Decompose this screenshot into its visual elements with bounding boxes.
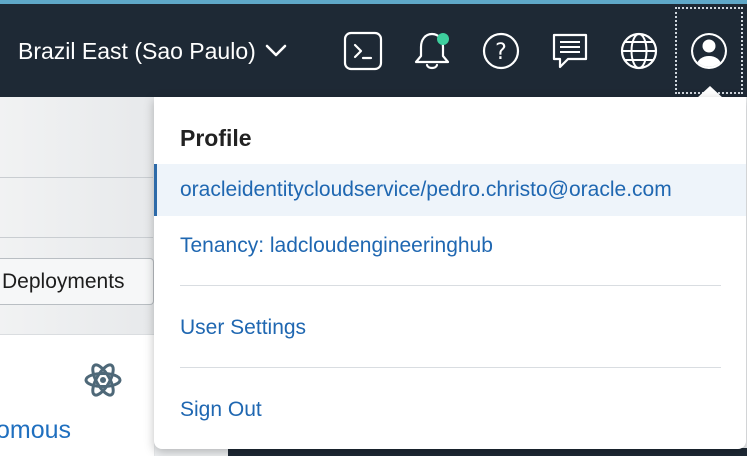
language-button[interactable] — [618, 30, 660, 72]
cloud-shell-button[interactable] — [342, 30, 384, 72]
bell-icon — [414, 32, 450, 70]
chevron-down-icon — [265, 44, 287, 57]
terminal-icon — [343, 31, 383, 71]
help-button[interactable]: ? — [480, 30, 522, 72]
svg-text:?: ? — [495, 40, 507, 65]
user-settings-link[interactable]: User Settings — [180, 316, 306, 340]
region-label: Brazil East (Sao Paulo) — [18, 37, 256, 64]
notifications-button[interactable] — [411, 30, 453, 72]
feedback-button[interactable] — [549, 30, 591, 72]
deployments-button-label: Deployments — [2, 269, 125, 293]
profile-button[interactable] — [675, 7, 743, 94]
profile-menu-title: Profile — [180, 125, 252, 151]
deployments-button[interactable]: Deployments — [0, 258, 154, 305]
tenancy-link[interactable]: Tenancy: ladcloudengineeringhub — [180, 234, 493, 258]
atom-icon — [84, 363, 122, 397]
sign-out-link[interactable]: Sign Out — [180, 398, 262, 422]
service-card-link[interactable]: omous — [0, 416, 71, 445]
notification-dot — [437, 33, 449, 45]
divider — [0, 237, 153, 238]
profile-user-text: oracleidentitycloudservice/pedro.christo… — [180, 178, 672, 201]
user-icon — [691, 32, 727, 69]
globe-icon — [620, 32, 658, 70]
menu-divider — [180, 367, 721, 368]
divider — [0, 177, 153, 178]
profile-user-link[interactable]: oracleidentitycloudservice/pedro.christo… — [154, 164, 746, 216]
dark-panel-edge — [228, 448, 747, 456]
help-icon: ? — [482, 32, 520, 70]
menu-divider — [180, 285, 721, 286]
profile-dropdown-menu: Profile oracleidentitycloudservice/pedro… — [154, 97, 746, 449]
region-selector[interactable]: Brazil East (Sao Paulo) — [18, 34, 287, 68]
chat-icon — [552, 33, 588, 69]
